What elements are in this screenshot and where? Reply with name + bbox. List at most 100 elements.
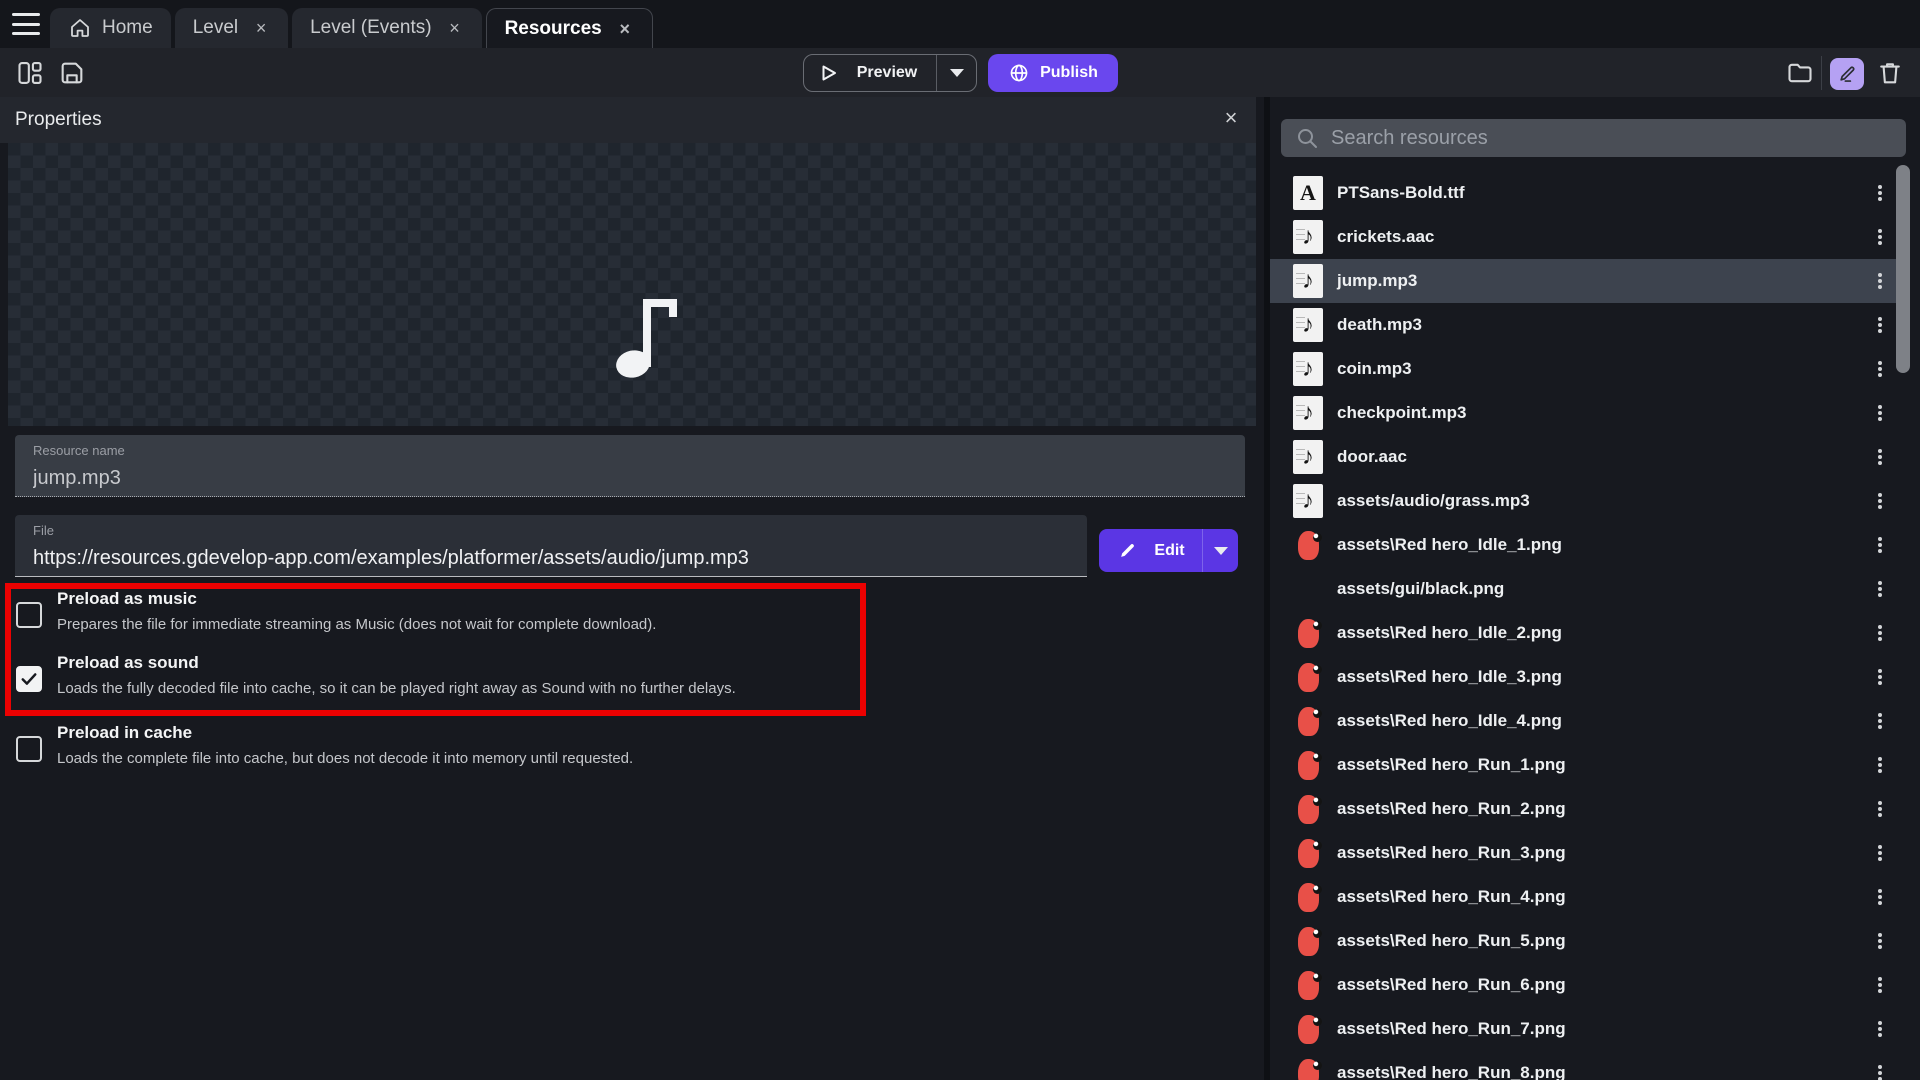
resource-list-item[interactable]: assets\Red hero_Idle_2.png (1270, 611, 1906, 655)
resource-preview-area (8, 143, 1256, 426)
resource-list-item[interactable]: assets\Red hero_Idle_4.png (1270, 699, 1906, 743)
publish-label: Publish (1040, 64, 1098, 82)
file-icon (1293, 440, 1323, 474)
chevron-down-icon (950, 69, 964, 77)
kebab-menu-icon[interactable] (1872, 889, 1888, 907)
close-icon[interactable] (1220, 107, 1242, 129)
tab-home[interactable]: Home (50, 8, 171, 48)
kebab-menu-icon[interactable] (1872, 933, 1888, 951)
edit-dropdown-button[interactable] (1202, 529, 1238, 572)
kebab-menu-icon[interactable] (1872, 273, 1888, 291)
tab-level-events[interactable]: Level (Events) (292, 8, 481, 48)
scrollbar-thumb[interactable] (1896, 165, 1910, 373)
home-icon (68, 16, 92, 40)
resource-list-item[interactable]: assets\Red hero_Run_6.png (1270, 963, 1906, 1007)
resource-name: jump.mp3 (1337, 271, 1417, 291)
kebab-menu-icon[interactable] (1872, 317, 1888, 335)
file-icon (1293, 748, 1323, 782)
kebab-menu-icon[interactable] (1872, 449, 1888, 467)
kebab-menu-icon[interactable] (1872, 185, 1888, 203)
folder-icon[interactable] (1786, 59, 1814, 87)
resource-list-item[interactable]: door.aac (1270, 435, 1906, 479)
search-input[interactable] (1329, 126, 1906, 151)
file-icon (1293, 352, 1323, 386)
search-bar[interactable] (1281, 119, 1906, 157)
tab-resources[interactable]: Resources (486, 8, 653, 48)
kebab-menu-icon[interactable] (1872, 845, 1888, 863)
kebab-menu-icon[interactable] (1872, 361, 1888, 379)
kebab-menu-icon[interactable] (1872, 801, 1888, 819)
properties-panel: Properties Resource name File Edit (0, 97, 1264, 1080)
hamburger-menu-icon[interactable] (12, 13, 40, 35)
globe-icon (1008, 62, 1030, 84)
file-icon (1293, 264, 1323, 298)
resource-list-item[interactable]: assets\Red hero_Run_8.png (1270, 1051, 1906, 1080)
file-icon (1293, 176, 1323, 210)
resource-name: assets\Red hero_Idle_3.png (1337, 667, 1562, 687)
kebab-menu-icon[interactable] (1872, 1065, 1888, 1080)
resource-list-item[interactable]: assets\Red hero_Idle_1.png (1270, 523, 1906, 567)
resource-list-item[interactable]: assets\Red hero_Idle_3.png (1270, 655, 1906, 699)
option-description: Loads the complete file into cache, but … (57, 749, 1090, 768)
edit-mode-toggle[interactable] (1830, 58, 1864, 90)
kebab-menu-icon[interactable] (1872, 537, 1888, 555)
kebab-menu-icon[interactable] (1872, 757, 1888, 775)
resource-name-input[interactable] (33, 467, 1227, 490)
kebab-menu-icon[interactable] (1872, 625, 1888, 643)
resource-list-item[interactable]: assets\Red hero_Run_1.png (1270, 743, 1906, 787)
file-icon (1293, 616, 1323, 650)
trash-icon[interactable] (1876, 59, 1904, 87)
kebab-menu-icon[interactable] (1872, 493, 1888, 511)
preview-dropdown-button[interactable] (936, 55, 976, 91)
resource-list-item[interactable]: assets/gui/black.png (1270, 567, 1906, 611)
tab-close-icon[interactable] (446, 19, 464, 37)
resource-name: assets\Red hero_Run_4.png (1337, 887, 1566, 907)
preload-option-row: Preload as music Prepares the file for i… (0, 588, 1090, 634)
checkbox[interactable] (16, 666, 42, 692)
resource-list-item[interactable]: assets\Red hero_Run_4.png (1270, 875, 1906, 919)
resource-list-item[interactable]: coin.mp3 (1270, 347, 1906, 391)
resource-list-item[interactable]: assets\Red hero_Run_7.png (1270, 1007, 1906, 1051)
file-field[interactable]: File (15, 515, 1087, 577)
kebab-menu-icon[interactable] (1872, 1021, 1888, 1039)
checkbox[interactable] (16, 736, 42, 762)
kebab-menu-icon[interactable] (1872, 405, 1888, 423)
kebab-menu-icon[interactable] (1872, 581, 1888, 599)
checkbox[interactable] (16, 602, 42, 628)
resource-name: assets\Red hero_Idle_1.png (1337, 535, 1562, 555)
file-icon (1293, 792, 1323, 826)
file-icon (1293, 308, 1323, 342)
kebab-menu-icon[interactable] (1872, 669, 1888, 687)
kebab-menu-icon[interactable] (1872, 229, 1888, 247)
option-description: Loads the fully decoded file into cache,… (57, 679, 1090, 698)
resource-list-item[interactable]: jump.mp3 (1270, 259, 1906, 303)
tab-close-icon[interactable] (252, 19, 270, 37)
resource-list-item[interactable]: assets\Red hero_Run_3.png (1270, 831, 1906, 875)
pencil-icon (1837, 64, 1857, 84)
preview-button[interactable]: Preview (803, 54, 977, 92)
kebab-menu-icon[interactable] (1872, 977, 1888, 995)
publish-button[interactable]: Publish (988, 54, 1118, 92)
file-label: File (33, 523, 1069, 538)
save-icon[interactable] (58, 59, 86, 87)
file-input[interactable] (33, 547, 1069, 570)
panels-layout-icon[interactable] (16, 59, 44, 87)
resource-list-item[interactable]: death.mp3 (1270, 303, 1906, 347)
play-icon (820, 64, 838, 82)
tab-label: Level (193, 17, 238, 39)
resource-list-item[interactable]: PTSans-Bold.ttf (1270, 171, 1906, 215)
toolbar-divider (1821, 56, 1822, 90)
tab-level[interactable]: Level (175, 8, 288, 48)
kebab-menu-icon[interactable] (1872, 713, 1888, 731)
edit-button[interactable]: Edit (1099, 529, 1238, 572)
resource-list-item[interactable]: checkpoint.mp3 (1270, 391, 1906, 435)
resource-name: door.aac (1337, 447, 1407, 467)
resource-name-field[interactable]: Resource name (15, 435, 1245, 497)
resource-list-item[interactable]: assets/audio/grass.mp3 (1270, 479, 1906, 523)
tab-close-icon[interactable] (616, 20, 634, 38)
resource-list-item[interactable]: assets\Red hero_Run_2.png (1270, 787, 1906, 831)
resource-list-item[interactable]: crickets.aac (1270, 215, 1906, 259)
resource-list-item[interactable]: assets\Red hero_Run_5.png (1270, 919, 1906, 963)
gdevelop-window: Home Level Level (Events) Resources Prev… (0, 0, 1920, 1080)
file-icon (1293, 836, 1323, 870)
